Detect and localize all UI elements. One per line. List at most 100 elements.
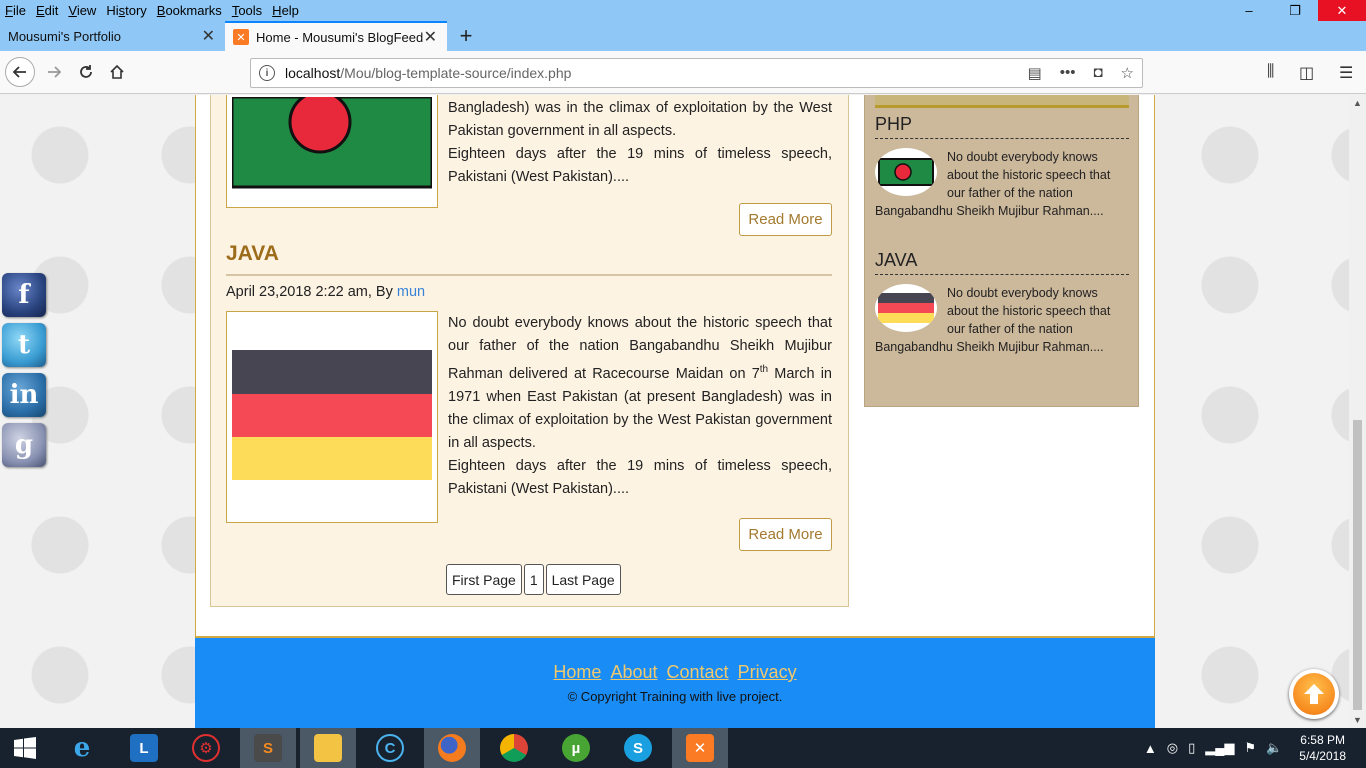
menu-help[interactable]: Help	[272, 3, 299, 18]
sidebar-item[interactable]: PHP No doubt everybody knows about the h…	[875, 114, 1129, 220]
page-scrollbar[interactable]: ▲ ▼	[1349, 95, 1366, 728]
read-more-button[interactable]: Read More	[739, 203, 832, 236]
menu-tools[interactable]: Tools	[232, 3, 262, 18]
menu-history[interactable]: History	[106, 3, 146, 18]
twitter-icon[interactable]: t	[2, 323, 46, 367]
menu-view[interactable]: View	[68, 3, 96, 18]
footer-link-contact[interactable]: Contact	[667, 662, 729, 682]
title-divider	[226, 274, 832, 276]
new-tab-button[interactable]: +	[452, 21, 480, 51]
facebook-icon[interactable]: f	[2, 273, 46, 317]
menu-bookmarks[interactable]: Bookmarks	[157, 3, 222, 18]
skype-icon: S	[624, 734, 652, 762]
tab-title: Mousumi's Portfolio	[8, 28, 122, 44]
menu-bar: File Edit View History Bookmarks Tools H…	[0, 0, 1366, 21]
taskbar-clock[interactable]: 6:58 PM 5/4/2018	[1299, 732, 1346, 764]
first-page-button[interactable]: First Page	[446, 564, 522, 595]
url-bar[interactable]: i localhost /Mou/blog-template-source/in…	[250, 58, 1143, 88]
chrome-icon	[500, 734, 528, 762]
start-button[interactable]	[0, 728, 50, 768]
taskbar-app-red[interactable]: ⚙	[178, 728, 234, 768]
network-app-icon[interactable]: ◎	[1167, 740, 1178, 756]
windows-taskbar: e L ⚙ S C µ S ✕ ▲ ◎ ▯ ▂▄▆ ⚑ 🔈 6:58 PM 5/…	[0, 728, 1366, 768]
reload-button[interactable]	[72, 58, 100, 86]
tab-blogfeed[interactable]: ✕ Home - Mousumi's BlogFeed ✕	[225, 21, 447, 51]
url-host: localhost	[285, 65, 341, 81]
close-tab-icon[interactable]: ✕	[424, 27, 437, 47]
sidebar-toggle-icon[interactable]: ◫	[1299, 63, 1314, 83]
post-excerpt: Bangladesh) was in the climax of exploit…	[448, 97, 832, 189]
page-number-button[interactable]: 1	[523, 564, 544, 595]
post-thumbnail[interactable]	[226, 95, 438, 208]
footer-link-home[interactable]: Home	[553, 662, 601, 682]
file-explorer-icon	[314, 734, 342, 762]
forward-button[interactable]	[40, 58, 68, 86]
footer-link-privacy[interactable]: Privacy	[738, 662, 797, 682]
sidebar: PHP No doubt everybody knows about the h…	[864, 95, 1139, 407]
reload-icon	[80, 65, 92, 78]
germany-flag-icon	[875, 284, 937, 332]
signal-icon[interactable]: ▂▄▆	[1205, 740, 1234, 756]
hamburger-menu-icon[interactable]: ☰	[1339, 63, 1353, 83]
xampp-favicon-icon: ✕	[233, 29, 249, 45]
maximize-button[interactable]: ❐	[1272, 0, 1318, 21]
taskbar-lync[interactable]: L	[116, 728, 172, 768]
minimize-button[interactable]: –	[1226, 0, 1272, 21]
post-thumbnail[interactable]	[226, 311, 438, 523]
firefox-icon	[438, 734, 466, 762]
taskbar-skype[interactable]: S	[610, 728, 666, 768]
tab-portfolio[interactable]: Mousumi's Portfolio ✕	[0, 21, 225, 51]
close-window-button[interactable]: ✕	[1318, 0, 1366, 21]
battery-icon[interactable]: ▯	[1188, 740, 1195, 756]
sidebar-item[interactable]: JAVA No doubt everybody knows about the …	[875, 250, 1129, 356]
post-title[interactable]: JAVA	[226, 242, 279, 266]
read-more-button[interactable]: Read More	[739, 518, 832, 551]
excerpt-paragraph: Eighteen days after the 19 mins of timel…	[448, 457, 832, 497]
scroll-up-arrow-icon[interactable]: ▲	[1353, 98, 1362, 108]
arrow-up-icon	[1304, 684, 1324, 704]
sidebar-item-title[interactable]: JAVA	[875, 250, 1129, 275]
site-footer: Home About Contact Privacy © Copyright T…	[195, 636, 1155, 728]
show-hidden-icons-icon[interactable]: ▲	[1144, 741, 1157, 756]
social-links: f t in g	[2, 273, 50, 473]
footer-link-about[interactable]: About	[610, 662, 657, 682]
taskbar-sublime[interactable]: S	[240, 728, 296, 768]
taskbar-explorer[interactable]	[300, 728, 356, 768]
scroll-to-top-button[interactable]	[1289, 669, 1339, 719]
post-excerpt: No doubt everybody knows about the histo…	[448, 312, 832, 501]
scrollbar-thumb[interactable]	[1353, 420, 1362, 710]
taskbar-chrome[interactable]	[486, 728, 542, 768]
google-plus-icon[interactable]: g	[2, 423, 46, 467]
menu-edit[interactable]: Edit	[36, 3, 58, 18]
navigation-bar: i localhost /Mou/blog-template-source/in…	[0, 51, 1366, 94]
page-actions-icon[interactable]: •••	[1060, 64, 1076, 82]
pocket-icon[interactable]: ◘	[1093, 64, 1102, 82]
menu-file[interactable]: File	[5, 3, 26, 18]
window-controls: – ❐ ✕	[1226, 0, 1366, 21]
close-tab-icon[interactable]: ✕	[202, 26, 215, 46]
pagination: First Page 1 Last Page	[446, 564, 621, 595]
taskbar-xampp[interactable]: ✕	[672, 728, 728, 768]
sidebar-item-title[interactable]: PHP	[875, 114, 1129, 139]
scroll-down-arrow-icon[interactable]: ▼	[1353, 715, 1362, 725]
germany-flag-icon	[232, 350, 432, 480]
bookmark-star-icon[interactable]: ☆	[1121, 64, 1134, 82]
info-icon[interactable]: i	[259, 65, 275, 81]
taskbar-utorrent[interactable]: µ	[548, 728, 604, 768]
sidebar-header-bar	[875, 95, 1129, 108]
home-button[interactable]	[103, 58, 131, 86]
linkedin-icon[interactable]: in	[2, 373, 46, 417]
reader-view-icon[interactable]: ▤	[1028, 64, 1042, 82]
taskbar-firefox[interactable]	[424, 728, 480, 768]
taskbar-app-blue[interactable]: C	[362, 728, 418, 768]
last-page-button[interactable]: Last Page	[545, 564, 621, 595]
excerpt-paragraph: Bangladesh) was in the climax of exploit…	[448, 100, 832, 139]
taskbar-ie[interactable]: e	[54, 728, 110, 768]
back-button[interactable]	[5, 57, 35, 87]
volume-icon[interactable]: 🔈	[1266, 740, 1282, 756]
library-icon[interactable]: ⫼	[1267, 63, 1274, 81]
post-author-link[interactable]: mun	[397, 284, 425, 300]
lync-icon: L	[130, 734, 158, 762]
action-center-flag-icon[interactable]: ⚑	[1244, 740, 1256, 756]
system-tray: ▲ ◎ ▯ ▂▄▆ ⚑ 🔈 6:58 PM 5/4/2018	[1139, 728, 1366, 768]
